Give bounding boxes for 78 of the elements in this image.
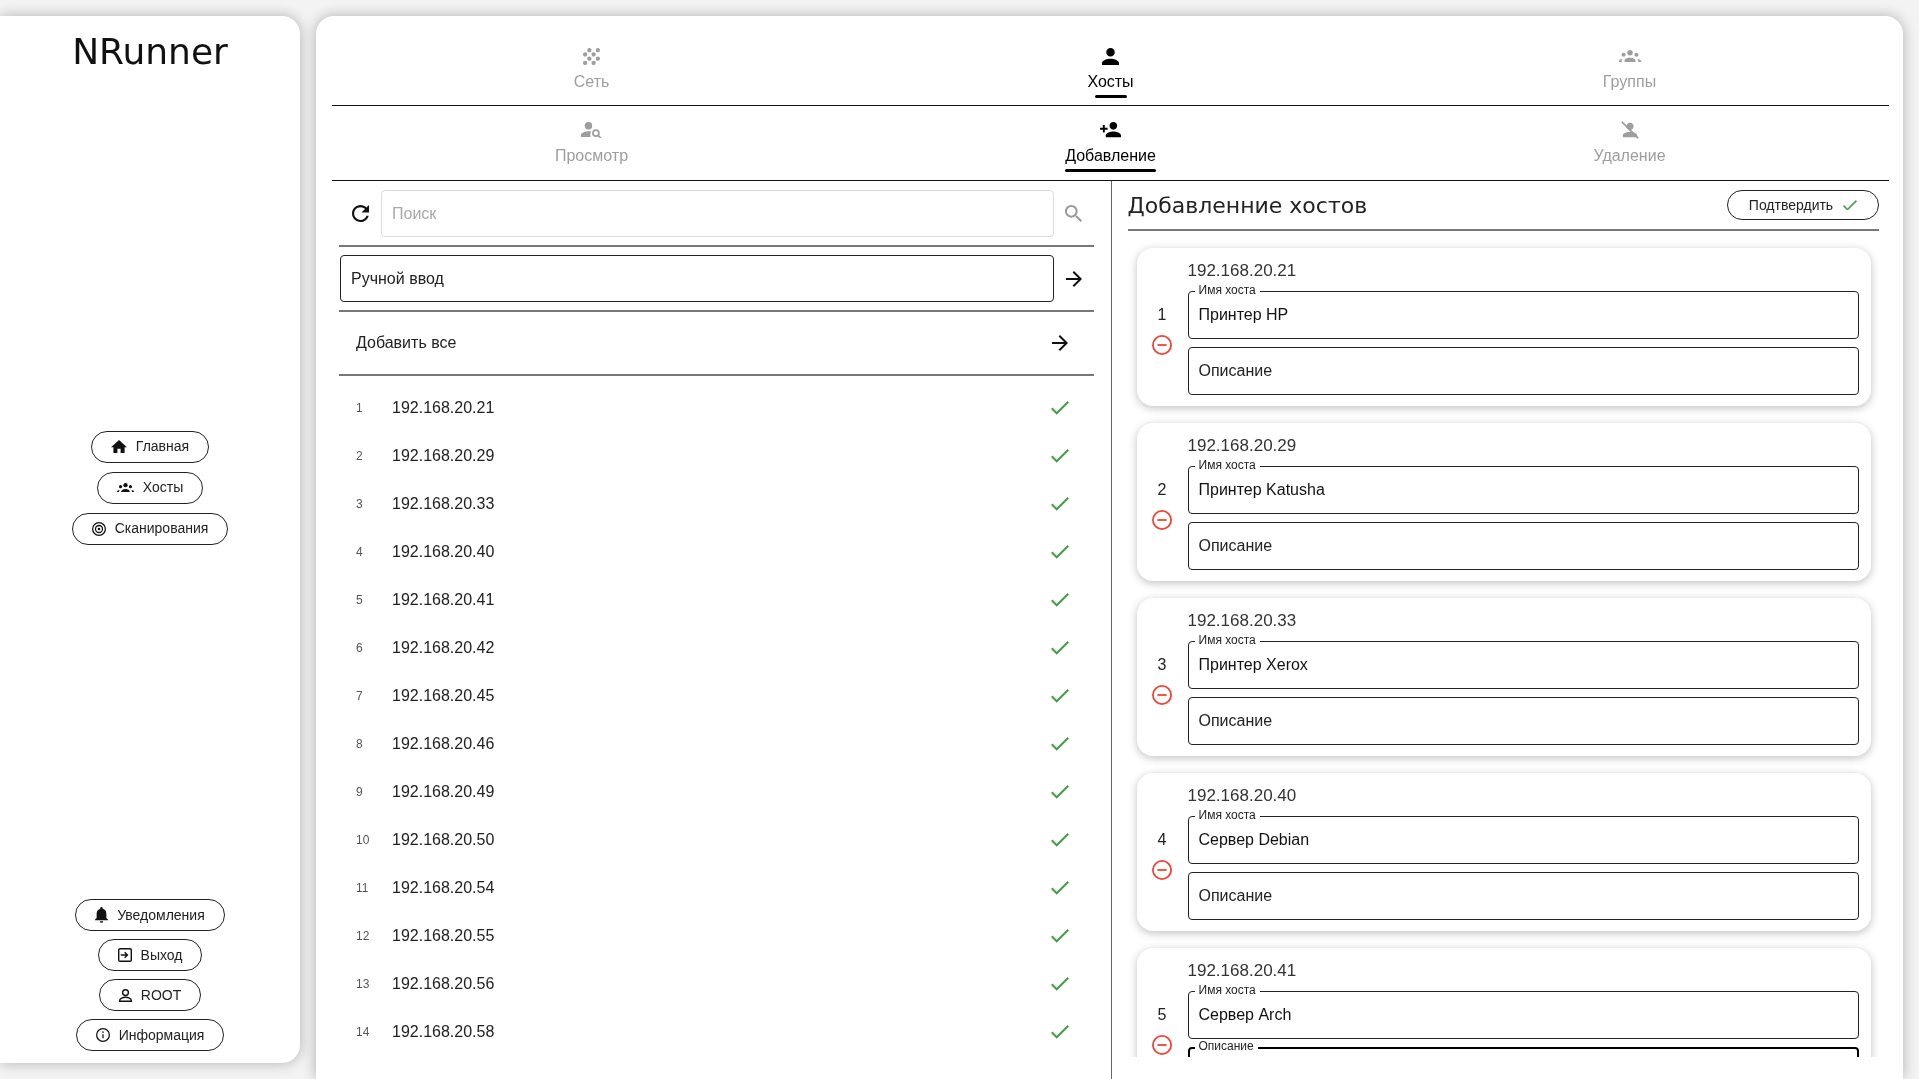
host-ip: 192.168.20.29 [1187, 435, 1298, 457]
sidebar-button[interactable]: ROOT [98, 979, 202, 1011]
arrow-right-icon [1051, 335, 1068, 351]
description-field[interactable]: Описание [1187, 522, 1859, 570]
ip-address: 192.168.20.33 [392, 494, 495, 514]
target-icon [91, 521, 106, 536]
description-field[interactable]: Описание [1187, 697, 1859, 745]
row-number: 13 [356, 976, 371, 993]
minus-circle-icon[interactable] [1152, 509, 1172, 530]
ip-address: 192.168.20.29 [392, 446, 495, 466]
app-title: NRunner [72, 30, 228, 74]
row-number: 9 [356, 784, 364, 801]
search-icon[interactable] [1065, 205, 1082, 222]
person-icon [1102, 47, 1119, 65]
host-ip: 192.168.20.41 [1187, 960, 1298, 982]
host-ip: 192.168.20.21 [1187, 260, 1298, 282]
row-number: 8 [356, 736, 364, 753]
panel-title: Добавленние хостов [1127, 191, 1368, 220]
ip-address: 192.168.20.21 [392, 398, 495, 418]
person-plus-icon [1100, 122, 1121, 138]
row-number: 7 [356, 688, 364, 705]
row-number: 12 [356, 928, 371, 945]
minus-circle-icon[interactable] [1152, 684, 1172, 705]
ip-address: 192.168.20.41 [392, 590, 495, 610]
people-group-icon [116, 482, 134, 493]
row-number: 4 [356, 544, 364, 561]
sidebar-button[interactable]: Хосты [96, 471, 204, 504]
sidebar-button[interactable]: Уведомления [75, 899, 225, 931]
host-ip: 192.168.20.33 [1187, 610, 1298, 632]
minus-circle-icon[interactable] [1152, 859, 1172, 880]
row-number: 3 [356, 496, 364, 513]
row-number: 14 [356, 1024, 371, 1041]
ip-address: 192.168.20.58 [392, 1022, 495, 1042]
check-icon [1843, 199, 1858, 211]
person-outline-icon [118, 988, 132, 1002]
sidebar-button[interactable]: Выход [97, 939, 203, 971]
row-number: 1 [356, 400, 364, 417]
ip-address: 192.168.20.55 [392, 926, 495, 946]
person-slash-icon [1620, 121, 1639, 139]
people-group-icon [1618, 49, 1641, 63]
row-number: 6 [356, 640, 364, 657]
minus-circle-icon[interactable] [1152, 1034, 1172, 1055]
info-icon [95, 1028, 110, 1042]
row-number: 11 [356, 880, 370, 897]
arrow-right-icon[interactable] [1065, 270, 1082, 287]
minus-circle-icon[interactable] [1152, 334, 1172, 355]
ip-address: 192.168.20.40 [392, 542, 495, 562]
person-search-icon [581, 121, 602, 139]
tab[interactable]: Хосты [851, 16, 1370, 105]
description-field[interactable]: Описание [1187, 872, 1859, 920]
row-number: 2 [356, 448, 364, 465]
host-ip: 192.168.20.40 [1187, 785, 1298, 807]
ip-address: 192.168.20.49 [392, 782, 495, 802]
row-number: 5 [356, 592, 364, 609]
ip-address: 192.168.20.45 [392, 686, 495, 706]
row-number: 10 [356, 832, 371, 849]
confirm-button[interactable]: Подтвердить [1727, 190, 1879, 220]
refresh-icon[interactable] [351, 205, 369, 222]
host-number: 3 [1157, 654, 1167, 675]
bell-icon [95, 907, 109, 923]
host-number: 5 [1157, 1004, 1167, 1025]
host-number: 1 [1157, 304, 1167, 325]
sidebar-button[interactable]: Сканирования [71, 512, 229, 545]
description-field[interactable]: Описание [1187, 347, 1859, 395]
ip-address: 192.168.20.42 [392, 638, 495, 658]
host-number: 2 [1157, 479, 1167, 500]
sidebar-button[interactable]: Информация [75, 1019, 225, 1051]
ip-address: 192.168.20.56 [392, 974, 495, 994]
manual-input-field[interactable]: Ручной ввод [340, 255, 1054, 302]
ip-address: 192.168.20.54 [392, 878, 495, 898]
host-number: 4 [1157, 829, 1167, 850]
home-icon [110, 439, 127, 454]
search-field[interactable]: Поиск [381, 190, 1054, 237]
subtab[interactable]: Добавление [851, 106, 1370, 180]
sidebar-button[interactable]: Главная [90, 430, 210, 463]
ip-address: 192.168.20.50 [392, 830, 495, 850]
dots-icon [583, 47, 600, 65]
ip-address: 192.168.20.46 [392, 734, 495, 754]
